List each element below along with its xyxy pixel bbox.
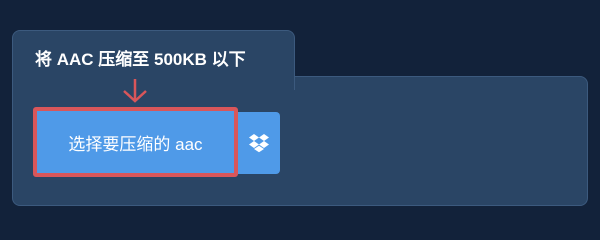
choose-file-label: 选择要压缩的 aac (68, 134, 203, 154)
dropbox-icon (249, 134, 269, 153)
tab-compress-aac: 将 AAC 压缩至 500KB 以下 (12, 30, 295, 90)
upload-group: 选择要压缩的 aac (33, 107, 280, 177)
dropbox-button[interactable] (238, 112, 280, 174)
tab-panel-joint (13, 74, 294, 80)
choose-file-button[interactable]: 选择要压缩的 aac (33, 107, 238, 177)
arrow-down-icon (123, 79, 147, 103)
tab-title: 将 AAC 压缩至 500KB 以下 (35, 50, 246, 69)
